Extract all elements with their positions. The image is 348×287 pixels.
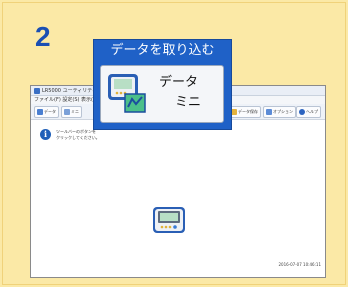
tb-data-button[interactable]: データ: [34, 106, 59, 118]
status-timestamp: 2016-07-07 10:46:11: [278, 262, 321, 267]
window-title: LR5000 ユーティリティ: [42, 88, 97, 94]
tb-option-button[interactable]: オプション: [263, 106, 296, 118]
data-mini-button[interactable]: データ ミニ: [100, 65, 224, 123]
tb-help-button[interactable]: ヘルプ: [296, 106, 321, 118]
tb-label: データ保存: [238, 109, 258, 114]
option-icon: [266, 109, 272, 115]
zoom-callout: データを取り込む データ ミニ: [93, 39, 232, 130]
logger-device-icon: [153, 207, 185, 233]
mini-icon: [64, 109, 70, 115]
tb-label: ミニ: [71, 109, 79, 114]
tb-mini-button[interactable]: ミニ: [61, 106, 82, 118]
main-content: i ツールバーのボタンを クリックしてください。 2016-07-07 10:4…: [31, 120, 325, 270]
info-message: ツールバーのボタンを クリックしてください。: [56, 129, 100, 141]
info-line-2: クリックしてください。: [56, 135, 100, 140]
app-icon: [34, 88, 40, 94]
tb-save-button[interactable]: データ保存: [228, 106, 261, 118]
instruction-panel: 2 LR5000 ユーティリティ ファイル(F) 設定(S) 表示(V) ヘルプ…: [2, 2, 346, 285]
step-number: 2: [35, 21, 51, 52]
help-icon: [299, 109, 305, 115]
data-mini-icon: [108, 74, 146, 113]
callout-label-line-1: データ: [159, 75, 199, 90]
tb-label: データ: [44, 109, 56, 114]
info-icon: i: [40, 129, 51, 140]
data-icon: [37, 109, 43, 115]
tb-label: ヘルプ: [306, 109, 318, 114]
callout-heading: データを取り込む: [110, 43, 215, 58]
callout-label-line-2: ミニ: [175, 95, 202, 110]
tb-label: オプション: [273, 109, 293, 114]
